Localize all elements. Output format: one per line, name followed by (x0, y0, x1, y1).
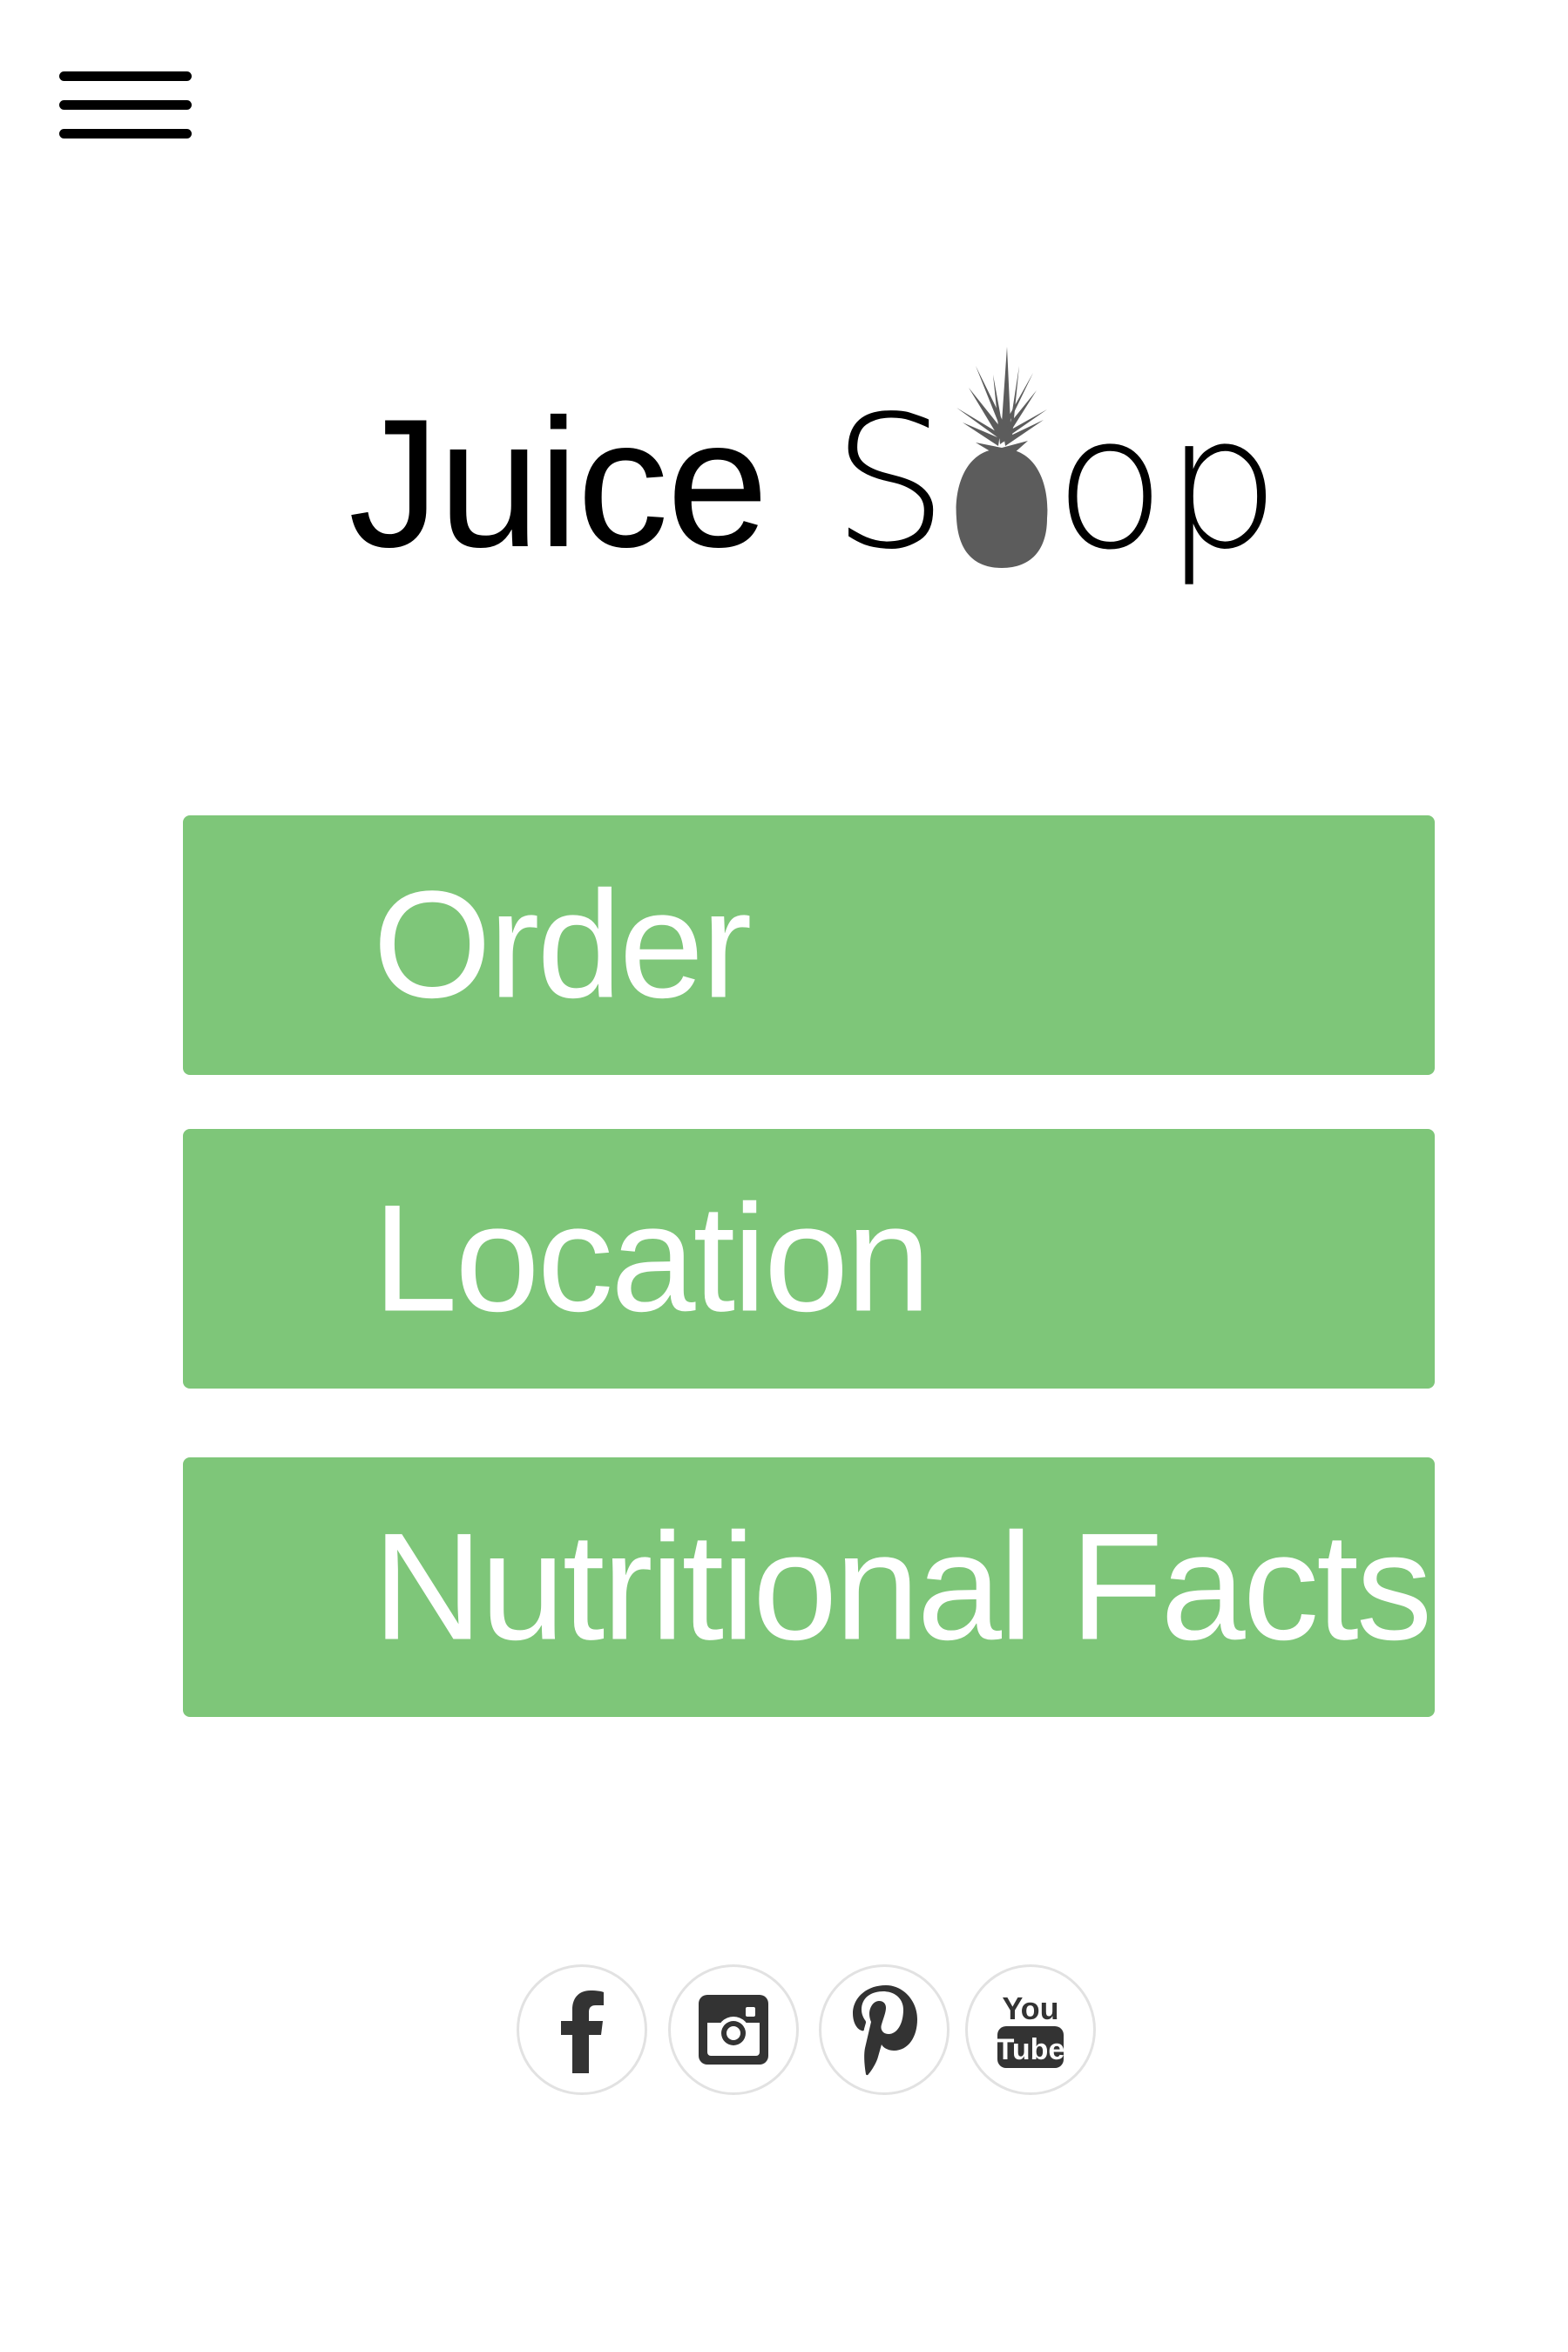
pinterest-button[interactable] (819, 1964, 950, 2095)
menu-bar (59, 71, 192, 81)
logo-letters-op: op (1054, 376, 1281, 590)
youtube-button[interactable]: You Tube (965, 1964, 1096, 2095)
pinterest-icon (853, 1985, 917, 2076)
facebook-button[interactable] (517, 1964, 647, 2095)
instagram-icon (699, 1995, 768, 2065)
app-logo: Juice S op (348, 340, 1281, 618)
hamburger-menu-icon[interactable] (59, 71, 192, 143)
logo-word-juice: Juice (348, 381, 768, 585)
menu-bar (59, 129, 192, 139)
menu-bar (59, 100, 192, 110)
order-button-label: Order (373, 860, 752, 1031)
logo-letter-s: S (832, 376, 948, 590)
nutritional-facts-button[interactable]: Nutritional Facts (183, 1457, 1435, 1717)
location-button-label: Location (373, 1173, 931, 1344)
facebook-icon (561, 1990, 604, 2073)
youtube-icon: You Tube (997, 1990, 1065, 2068)
youtube-tube-text: Tube (997, 2033, 1065, 2066)
youtube-you-text: You (1002, 1990, 1058, 2026)
pineapple-icon (956, 347, 1048, 568)
order-button[interactable]: Order (183, 815, 1435, 1075)
instagram-button[interactable] (668, 1964, 799, 2095)
nutritional-facts-button-label: Nutritional Facts (373, 1502, 1432, 1673)
location-button[interactable]: Location (183, 1129, 1435, 1389)
